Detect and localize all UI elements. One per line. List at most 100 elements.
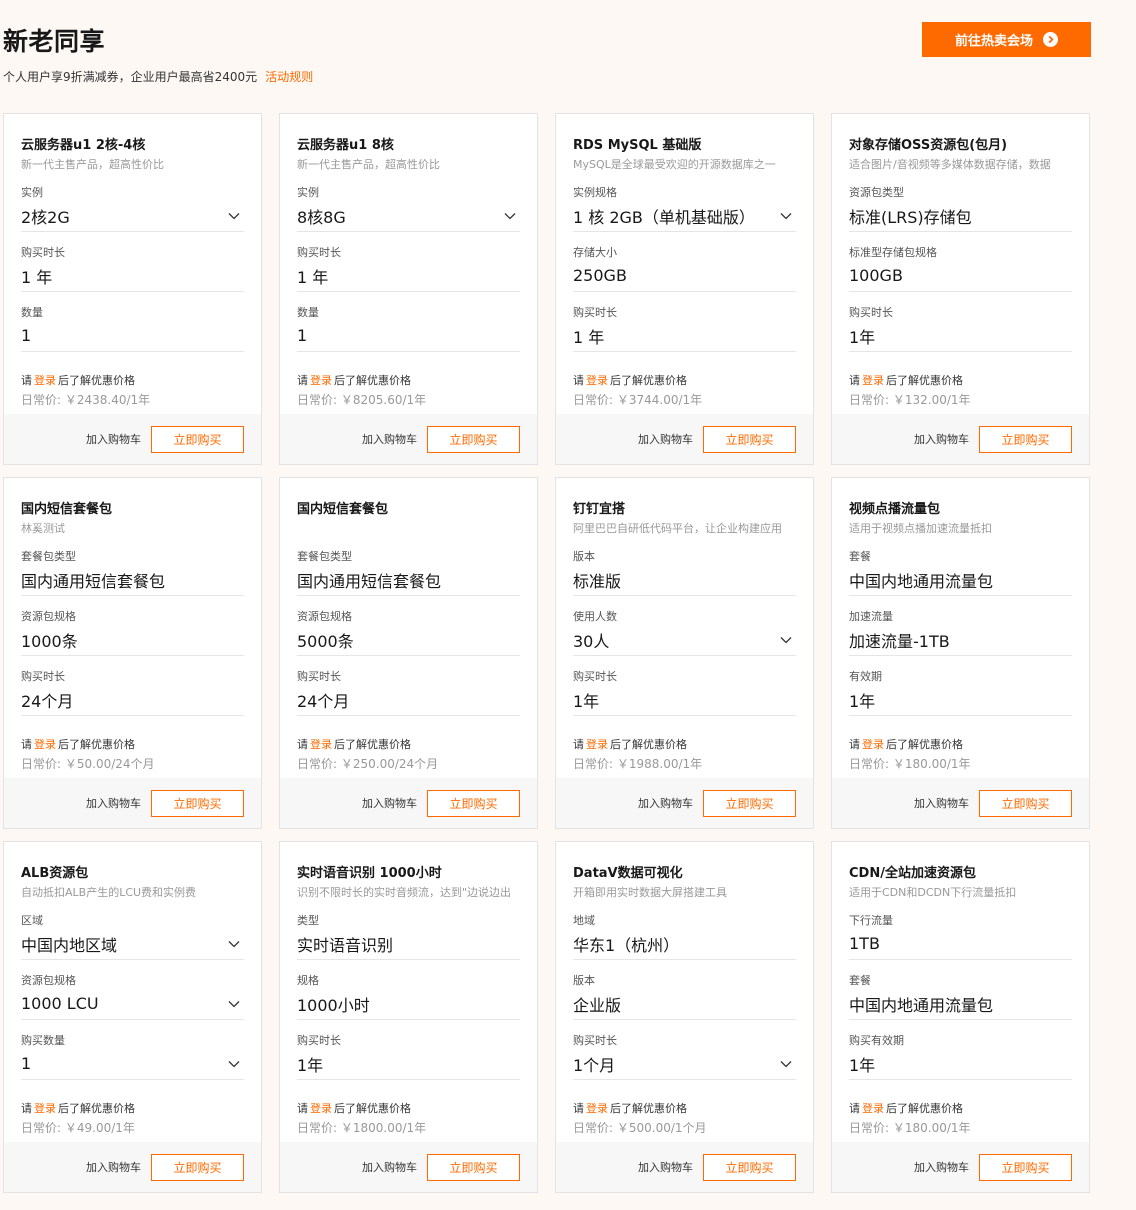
chevron-down-icon bbox=[780, 637, 792, 644]
add-to-cart-button[interactable]: 加入购物车 bbox=[914, 431, 969, 447]
hot-sale-button[interactable]: 前往热卖会场 bbox=[922, 22, 1091, 57]
option-field: 资源包规格 5000条 bbox=[297, 604, 520, 664]
option-value-row[interactable]: 1 年 bbox=[297, 260, 520, 292]
login-link[interactable]: 登录 bbox=[34, 738, 56, 751]
login-link[interactable]: 登录 bbox=[586, 374, 608, 387]
buy-now-button[interactable]: 立即购买 bbox=[151, 425, 244, 453]
option-select[interactable]: 1000 LCU bbox=[21, 988, 244, 1020]
option-select[interactable]: 30人 bbox=[573, 624, 796, 656]
option-value: 5000条 bbox=[297, 631, 354, 651]
option-value-row[interactable]: 实时语音识别 bbox=[297, 928, 520, 960]
option-value-row[interactable]: 24个月 bbox=[297, 684, 520, 716]
option-value-row[interactable]: 1 年 bbox=[21, 260, 244, 292]
option-value-row[interactable]: 1 bbox=[297, 320, 520, 352]
buy-now-button[interactable]: 立即购买 bbox=[151, 1153, 244, 1181]
option-value-row[interactable]: 企业版 bbox=[573, 988, 796, 1020]
option-value-row[interactable]: 1000条 bbox=[21, 624, 244, 656]
add-to-cart-button[interactable]: 加入购物车 bbox=[914, 1159, 969, 1175]
hot-sale-label: 前往热卖会场 bbox=[954, 34, 1033, 49]
option-select[interactable]: 1 核 2GB（单机基础版） bbox=[573, 200, 796, 232]
option-value-row[interactable]: 1 bbox=[21, 320, 244, 352]
add-to-cart-button[interactable]: 加入购物车 bbox=[362, 431, 417, 447]
login-link[interactable]: 登录 bbox=[34, 1102, 56, 1115]
buy-now-button[interactable]: 立即购买 bbox=[979, 789, 1072, 817]
login-prefix: 请 bbox=[573, 374, 584, 387]
option-field: 套餐 中国内地通用流量包 bbox=[849, 968, 1072, 1028]
card-footer: 加入购物车 立即购买 bbox=[832, 414, 1089, 464]
card-footer: 加入购物车 立即购买 bbox=[4, 778, 261, 828]
buy-now-button[interactable]: 立即购买 bbox=[979, 1153, 1072, 1181]
option-value-row[interactable]: 1年 bbox=[849, 684, 1072, 716]
login-link[interactable]: 登录 bbox=[34, 374, 56, 387]
rules-link[interactable]: 活动规则 bbox=[265, 70, 313, 84]
add-to-cart-button[interactable]: 加入购物车 bbox=[86, 1159, 141, 1175]
option-value-row[interactable]: 中国内地通用流量包 bbox=[849, 988, 1072, 1020]
option-field: 实例 2核2G bbox=[21, 180, 244, 240]
login-link[interactable]: 登录 bbox=[310, 1102, 332, 1115]
option-value-row[interactable]: 100GB bbox=[849, 260, 1072, 292]
option-value-row[interactable]: 1年 bbox=[849, 320, 1072, 352]
option-select[interactable]: 1个月 bbox=[573, 1048, 796, 1080]
option-select[interactable]: 2核2G bbox=[21, 200, 244, 232]
option-value: 250GB bbox=[573, 266, 627, 285]
add-to-cart-button[interactable]: 加入购物车 bbox=[914, 795, 969, 811]
buy-now-button[interactable]: 立即购买 bbox=[979, 425, 1072, 453]
option-label: 购买时长 bbox=[849, 306, 893, 319]
option-value-row[interactable]: 国内通用短信套餐包 bbox=[297, 564, 520, 596]
option-select[interactable]: 1 bbox=[21, 1048, 244, 1080]
login-link[interactable]: 登录 bbox=[310, 738, 332, 751]
option-value-row[interactable]: 加速流量-1TB bbox=[849, 624, 1072, 656]
buy-now-button[interactable]: 立即购买 bbox=[703, 425, 796, 453]
add-to-cart-button[interactable]: 加入购物车 bbox=[638, 1159, 693, 1175]
product-description: 适合图片/音视频等多媒体数据存储，数据 bbox=[849, 158, 1051, 171]
login-link[interactable]: 登录 bbox=[862, 1102, 884, 1115]
login-prefix: 请 bbox=[849, 1102, 860, 1115]
option-field: 实例 8核8G bbox=[297, 180, 520, 240]
page-title: 新老同享 bbox=[3, 27, 106, 56]
add-to-cart-button[interactable]: 加入购物车 bbox=[638, 431, 693, 447]
option-value: 1 年 bbox=[573, 327, 605, 347]
add-to-cart-button[interactable]: 加入购物车 bbox=[86, 795, 141, 811]
login-link[interactable]: 登录 bbox=[862, 374, 884, 387]
product-card: ALB资源包 自动抵扣ALB产生的LCU费和实例费 区域 中国内地区域 资源包规… bbox=[3, 841, 262, 1193]
option-label: 下行流量 bbox=[849, 914, 893, 927]
login-prefix: 请 bbox=[573, 738, 584, 751]
option-value-row[interactable]: 华东1（杭州） bbox=[573, 928, 796, 960]
login-link[interactable]: 登录 bbox=[586, 1102, 608, 1115]
login-prefix: 请 bbox=[573, 1102, 584, 1115]
option-value-row[interactable]: 250GB bbox=[573, 260, 796, 292]
add-to-cart-button[interactable]: 加入购物车 bbox=[362, 795, 417, 811]
add-to-cart-button[interactable]: 加入购物车 bbox=[86, 431, 141, 447]
login-suffix: 后了解优惠价格 bbox=[886, 738, 963, 751]
buy-now-button[interactable]: 立即购买 bbox=[427, 789, 520, 817]
option-value-row[interactable]: 1年 bbox=[573, 684, 796, 716]
buy-now-button[interactable]: 立即购买 bbox=[427, 1153, 520, 1181]
add-to-cart-button[interactable]: 加入购物车 bbox=[362, 1159, 417, 1175]
buy-now-button[interactable]: 立即购买 bbox=[151, 789, 244, 817]
login-link[interactable]: 登录 bbox=[862, 738, 884, 751]
option-value-row[interactable]: 1年 bbox=[297, 1048, 520, 1080]
option-value-row[interactable]: 中国内地通用流量包 bbox=[849, 564, 1072, 596]
buy-now-button[interactable]: 立即购买 bbox=[703, 789, 796, 817]
login-link[interactable]: 登录 bbox=[310, 374, 332, 387]
product-description: 自动抵扣ALB产生的LCU费和实例费 bbox=[21, 886, 197, 899]
option-value-row[interactable]: 5000条 bbox=[297, 624, 520, 656]
option-select[interactable]: 8核8G bbox=[297, 200, 520, 232]
option-select[interactable]: 中国内地区域 bbox=[21, 928, 244, 960]
option-label: 资源包规格 bbox=[21, 974, 76, 987]
buy-now-button[interactable]: 立即购买 bbox=[703, 1153, 796, 1181]
option-value: 1年 bbox=[573, 691, 600, 711]
option-value-row[interactable]: 标准版 bbox=[573, 564, 796, 596]
login-hint: 请登录 后了解优惠价格 bbox=[21, 1100, 244, 1116]
option-value-row[interactable]: 1TB bbox=[849, 928, 1072, 960]
option-value-row[interactable]: 国内通用短信套餐包 bbox=[21, 564, 244, 596]
option-value-row[interactable]: 1 年 bbox=[573, 320, 796, 352]
option-value-row[interactable]: 1年 bbox=[849, 1048, 1072, 1080]
login-link[interactable]: 登录 bbox=[586, 738, 608, 751]
option-value-row[interactable]: 24个月 bbox=[21, 684, 244, 716]
option-value-row[interactable]: 1000小时 bbox=[297, 988, 520, 1020]
regular-price: 日常价: ￥180.00/1年 bbox=[849, 757, 971, 771]
buy-now-button[interactable]: 立即购买 bbox=[427, 425, 520, 453]
option-value-row[interactable]: 标准(LRS)存储包 bbox=[849, 200, 1072, 232]
add-to-cart-button[interactable]: 加入购物车 bbox=[638, 795, 693, 811]
